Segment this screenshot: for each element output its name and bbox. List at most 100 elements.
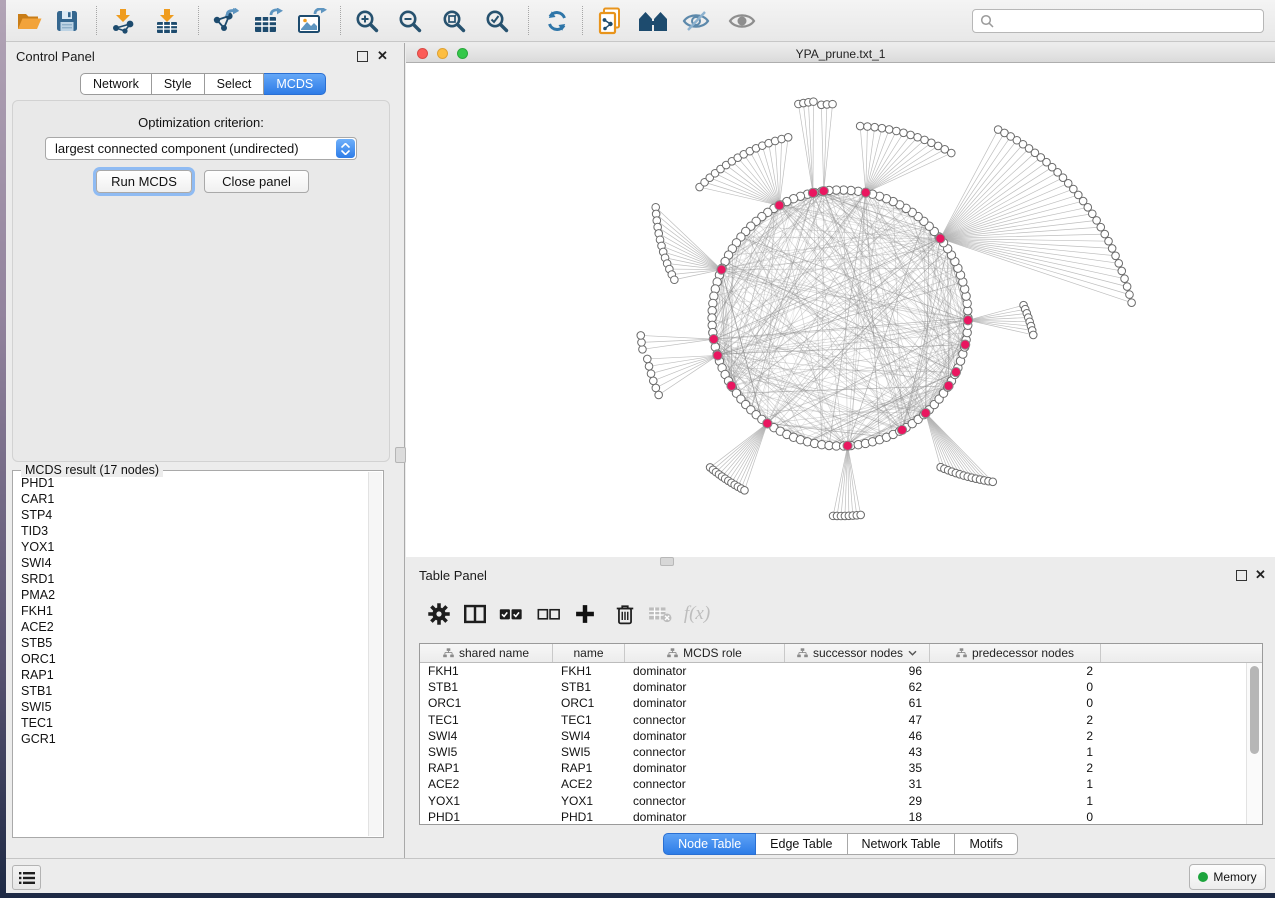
cell-MCDS-role[interactable]: dominator — [625, 728, 785, 744]
mcds-node-item[interactable]: GCR1 — [15, 731, 367, 747]
graph-leaf-node[interactable] — [1126, 291, 1134, 299]
cell-predecessor-nodes[interactable]: 0 — [930, 695, 1101, 711]
cell-shared-name[interactable]: PHD1 — [420, 809, 553, 825]
cell-successor-nodes[interactable]: 47 — [785, 712, 930, 728]
cell-successor-nodes[interactable]: 46 — [785, 728, 930, 744]
tab-network[interactable]: Network — [80, 73, 152, 95]
graph-leaf-node[interactable] — [647, 370, 655, 378]
export-network-button[interactable] — [208, 6, 242, 36]
cell-name[interactable]: RAP1 — [553, 760, 625, 776]
graph-leaf-node[interactable] — [1121, 275, 1129, 283]
graph-hub-node[interactable] — [717, 265, 726, 274]
mcds-node-item[interactable]: FKH1 — [15, 603, 367, 619]
graph-hub-node[interactable] — [843, 441, 852, 450]
graph-leaf-node[interactable] — [1097, 223, 1105, 231]
cell-shared-name[interactable]: SWI4 — [420, 728, 553, 744]
graph-leaf-node[interactable] — [1105, 237, 1113, 245]
graph-leaf-node[interactable] — [989, 478, 997, 486]
table-scrollbar-thumb[interactable] — [1250, 666, 1259, 754]
graph-leaf-node[interactable] — [871, 123, 879, 131]
cell-shared-name[interactable]: TEC1 — [420, 712, 553, 728]
graph-leaf-node[interactable] — [907, 131, 915, 139]
column-header-shared-name[interactable]: shared name — [420, 644, 553, 662]
tab-select[interactable]: Select — [205, 73, 265, 95]
cell-name[interactable]: ACE2 — [553, 776, 625, 792]
import-table-button[interactable] — [150, 6, 184, 36]
graph-hub-node[interactable] — [775, 201, 784, 210]
horizontal-splitter-handle[interactable] — [660, 557, 674, 566]
graph-leaf-node[interactable] — [1093, 217, 1101, 225]
deselect-all-button[interactable] — [534, 600, 564, 628]
export-image-button[interactable] — [296, 6, 330, 36]
graph-hub-node[interactable] — [861, 188, 870, 197]
column-header-successor-nodes[interactable]: successor nodes — [785, 644, 930, 662]
cell-successor-nodes[interactable]: 43 — [785, 744, 930, 760]
mcds-list-scrollbar[interactable] — [368, 472, 382, 836]
graph-hub-node[interactable] — [936, 234, 945, 243]
network-window-titlebar[interactable]: YPA_prune.txt_1 — [406, 44, 1275, 63]
show-graphics-details-button[interactable] — [725, 6, 759, 36]
hide-graphics-details-button[interactable] — [679, 6, 713, 36]
mcds-node-item[interactable]: PHD1 — [15, 475, 367, 491]
graph-leaf-node[interactable] — [649, 377, 657, 385]
mcds-node-item[interactable]: YOX1 — [15, 539, 367, 555]
graph-hub-node[interactable] — [713, 351, 722, 360]
cell-successor-nodes[interactable]: 61 — [785, 695, 930, 711]
cell-MCDS-role[interactable]: dominator — [625, 760, 785, 776]
graph-hub-node[interactable] — [963, 316, 972, 325]
graph-leaf-node[interactable] — [1108, 245, 1116, 253]
cell-shared-name[interactable]: SWI5 — [420, 744, 553, 760]
graph-hub-node[interactable] — [951, 367, 960, 376]
column-header-MCDS-role[interactable]: MCDS role — [625, 644, 785, 662]
tab-motifs[interactable]: Motifs — [955, 833, 1017, 855]
cell-MCDS-role[interactable]: connector — [625, 744, 785, 760]
table-row[interactable]: FKH1FKH1dominator962 — [420, 663, 1262, 679]
mcds-node-item[interactable]: SWI5 — [15, 699, 367, 715]
tab-style[interactable]: Style — [152, 73, 205, 95]
mcds-node-item[interactable]: TID3 — [15, 523, 367, 539]
cell-shared-name[interactable]: FKH1 — [420, 663, 553, 679]
graph-leaf-node[interactable] — [856, 122, 864, 130]
cell-successor-nodes[interactable]: 31 — [785, 776, 930, 792]
table-row[interactable]: SWI4SWI4dominator462 — [420, 728, 1262, 744]
graph-leaf-node[interactable] — [900, 129, 908, 137]
tab-edge-table[interactable]: Edge Table — [756, 833, 847, 855]
mcds-node-item[interactable]: SRD1 — [15, 571, 367, 587]
column-header-predecessor-nodes[interactable]: predecessor nodes — [930, 644, 1101, 662]
graph-leaf-node[interactable] — [810, 98, 818, 106]
graph-leaf-node[interactable] — [741, 487, 749, 495]
save-session-button[interactable] — [50, 6, 84, 36]
cell-shared-name[interactable]: ORC1 — [420, 695, 553, 711]
mcds-node-item[interactable]: SWI4 — [15, 555, 367, 571]
graph-leaf-node[interactable] — [1118, 267, 1126, 275]
search-field[interactable] — [999, 13, 1256, 29]
graph-hub-node[interactable] — [897, 425, 906, 434]
cell-predecessor-nodes[interactable]: 2 — [930, 663, 1101, 679]
cell-predecessor-nodes[interactable]: 2 — [930, 712, 1101, 728]
delete-table-button[interactable] — [645, 600, 675, 628]
node-table[interactable]: shared namenameMCDS rolesuccessor nodesp… — [419, 643, 1263, 825]
cell-shared-name[interactable]: STB1 — [420, 679, 553, 695]
table-panel-close-button[interactable]: ✕ — [1255, 569, 1266, 580]
graph-leaf-node[interactable] — [1128, 299, 1136, 307]
table-row[interactable]: ACE2ACE2connector311 — [420, 776, 1262, 792]
graph-hub-node[interactable] — [709, 335, 718, 344]
column-header-name[interactable]: name — [553, 644, 625, 662]
graph-leaf-node[interactable] — [1101, 230, 1109, 238]
graph-leaf-node[interactable] — [637, 332, 645, 340]
graph-leaf-node[interactable] — [638, 339, 646, 347]
graph-hub-node[interactable] — [819, 186, 828, 195]
cell-shared-name[interactable]: YOX1 — [420, 793, 553, 809]
mcds-node-item[interactable]: CAR1 — [15, 491, 367, 507]
cell-predecessor-nodes[interactable]: 1 — [930, 776, 1101, 792]
cell-MCDS-role[interactable]: dominator — [625, 809, 785, 825]
import-network-button[interactable] — [106, 6, 140, 36]
cell-MCDS-role[interactable]: dominator — [625, 695, 785, 711]
graph-hub-node[interactable] — [944, 381, 953, 390]
mcds-node-item[interactable]: TEC1 — [15, 715, 367, 731]
cell-name[interactable]: SWI4 — [553, 728, 625, 744]
cell-name[interactable]: FKH1 — [553, 663, 625, 679]
cell-predecessor-nodes[interactable]: 2 — [930, 728, 1101, 744]
graph-leaf-node[interactable] — [652, 384, 660, 392]
select-all-button[interactable] — [496, 600, 526, 628]
